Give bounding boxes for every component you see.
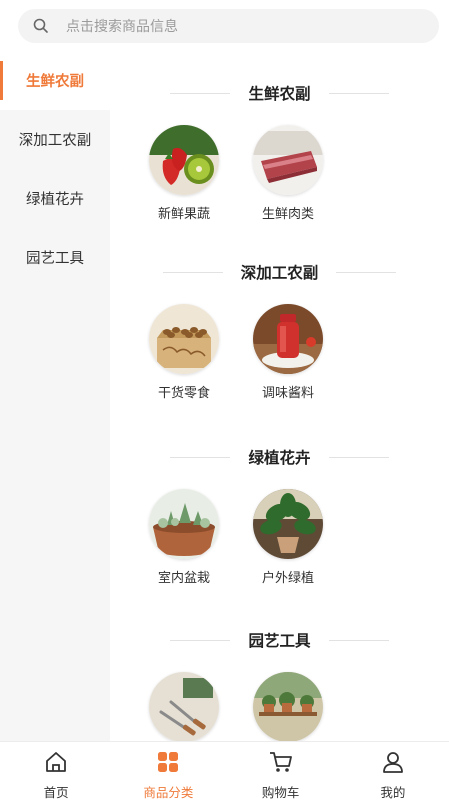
- tile-label: 户外绿植: [261, 571, 314, 586]
- sidebar-item-label: 生鲜农副: [26, 74, 84, 90]
- tab-label: 购物车: [261, 785, 300, 800]
- home-icon: [43, 749, 69, 779]
- section-tools: 园艺工具: [110, 620, 449, 741]
- tile-outdoor-plants[interactable]: 户外绿植: [236, 489, 340, 586]
- tile-label: 生鲜肉类: [261, 207, 314, 222]
- garden-shelf-image: [253, 672, 323, 741]
- bottom-tab-bar: 首页 商品分类 购物车 我的: [0, 741, 449, 800]
- sidebar-item-plants[interactable]: 绿植花卉: [0, 169, 110, 228]
- tab-label: 我的: [380, 785, 406, 800]
- category-icon: [155, 749, 181, 779]
- tab-home[interactable]: 首页: [0, 742, 112, 800]
- user-icon: [380, 749, 406, 779]
- divider: [170, 92, 231, 94]
- search-bar[interactable]: 点击搜索商品信息: [18, 9, 439, 43]
- divider: [170, 639, 231, 641]
- section-title: 园艺工具: [110, 620, 449, 660]
- section-plants: 绿植花卉 室内盆栽 户外绿植: [110, 437, 449, 586]
- section-fresh: 生鲜农副 新鲜果蔬 生鲜肉类: [110, 73, 449, 222]
- tools-image: [149, 672, 219, 741]
- divider: [336, 271, 397, 273]
- sidebar-item-label: 绿植花卉: [26, 192, 84, 208]
- divider: [162, 271, 223, 273]
- nuts-image: [149, 304, 219, 374]
- tab-category[interactable]: 商品分类: [112, 742, 224, 800]
- tile-fresh-produce[interactable]: 新鲜果蔬: [132, 125, 236, 222]
- divider: [170, 456, 231, 458]
- tab-cart[interactable]: 购物车: [225, 742, 337, 800]
- category-content[interactable]: 生鲜农副 新鲜果蔬 生鲜肉类 深加工农副 干货零食 调味酱料 绿植花卉 室内盆栽…: [110, 51, 449, 741]
- divider: [328, 92, 389, 94]
- tile-garden-tools[interactable]: [132, 672, 236, 741]
- search-placeholder: 点击搜索商品信息: [66, 19, 178, 35]
- section-processed: 深加工农副 干货零食 调味酱料: [110, 252, 449, 401]
- tile-dried-snacks[interactable]: 干货零食: [132, 304, 236, 401]
- tile-label: 干货零食: [157, 386, 210, 401]
- sauce-image: [253, 304, 323, 374]
- sidebar-item-tools[interactable]: 园艺工具: [0, 228, 110, 287]
- tile-label: 室内盆栽: [157, 571, 210, 586]
- tile-garden-shelf[interactable]: [236, 672, 340, 741]
- tile-label: 调味酱料: [261, 386, 314, 401]
- section-title: 绿植花卉: [110, 437, 449, 477]
- sidebar-item-fresh[interactable]: 生鲜农副: [0, 51, 110, 110]
- meat-image: [253, 125, 323, 195]
- tile-label: 新鲜果蔬: [157, 207, 210, 222]
- divider: [328, 639, 389, 641]
- search-icon: [32, 17, 50, 35]
- sidebar-item-label: 深加工农副: [18, 133, 92, 149]
- tile-fresh-meat[interactable]: 生鲜肉类: [236, 125, 340, 222]
- category-sidebar: 生鲜农副 深加工农副 绿植花卉 园艺工具: [0, 51, 110, 741]
- divider: [328, 456, 389, 458]
- plant-image: [253, 489, 323, 559]
- tab-mine[interactable]: 我的: [337, 742, 449, 800]
- section-title: 深加工农副: [110, 252, 449, 292]
- tile-sauces[interactable]: 调味酱料: [236, 304, 340, 401]
- sidebar-item-processed[interactable]: 深加工农副: [0, 110, 110, 169]
- tab-label: 首页: [43, 785, 69, 800]
- tile-indoor-potted[interactable]: 室内盆栽: [132, 489, 236, 586]
- tab-label: 商品分类: [143, 785, 194, 800]
- cart-icon: [268, 749, 294, 779]
- section-title: 生鲜农副: [110, 73, 449, 113]
- succulent-image: [149, 489, 219, 559]
- sidebar-item-label: 园艺工具: [26, 251, 84, 267]
- fruit-image: [149, 125, 219, 195]
